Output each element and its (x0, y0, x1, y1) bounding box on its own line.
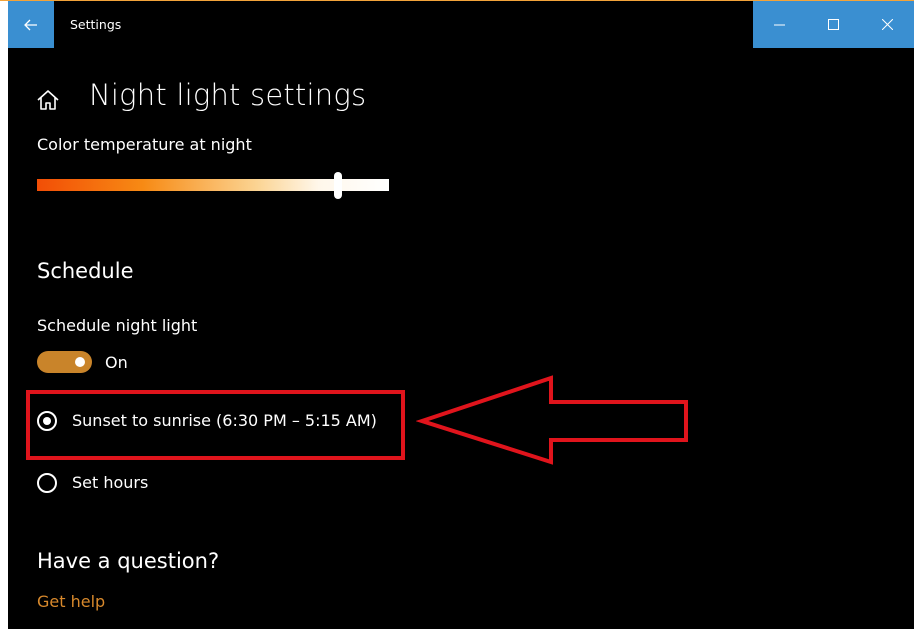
close-button[interactable] (860, 1, 914, 48)
toggle-knob (75, 357, 85, 367)
schedule-toggle-label: Schedule night light (37, 316, 198, 335)
annotation-arrow-icon (416, 375, 688, 465)
minimize-button[interactable] (753, 1, 807, 48)
get-help-link[interactable]: Get help (37, 592, 105, 611)
maximize-button[interactable] (807, 1, 861, 48)
minimize-icon (774, 24, 786, 26)
page-title: Night light settings (89, 78, 367, 112)
arrow-left-icon (24, 19, 37, 30)
set-hours-radio[interactable] (37, 473, 57, 493)
back-button[interactable] (8, 1, 54, 48)
window-edge (0, 1, 8, 630)
caption-buttons (753, 1, 914, 48)
title-bar: Settings (8, 1, 914, 48)
color-temperature-slider-thumb[interactable] (334, 172, 342, 199)
close-icon (881, 19, 893, 30)
color-temperature-label: Color temperature at night (37, 135, 252, 154)
sunset-to-sunrise-radio[interactable] (37, 411, 57, 431)
settings-window: Settings Night light settings Color temp… (0, 0, 914, 630)
window-title: Settings (70, 17, 122, 32)
settings-content: Night light settings Color temperature a… (8, 48, 914, 629)
schedule-night-light-toggle[interactable] (37, 351, 92, 373)
maximize-icon (828, 19, 839, 30)
toggle-state-text: On (105, 353, 128, 372)
help-heading: Have a question? (37, 549, 220, 573)
sunset-to-sunrise-label[interactable]: Sunset to sunrise (6:30 PM – 5:15 AM) (72, 411, 377, 430)
set-hours-label[interactable]: Set hours (72, 473, 148, 492)
schedule-heading: Schedule (37, 259, 134, 283)
home-icon[interactable] (36, 88, 60, 112)
